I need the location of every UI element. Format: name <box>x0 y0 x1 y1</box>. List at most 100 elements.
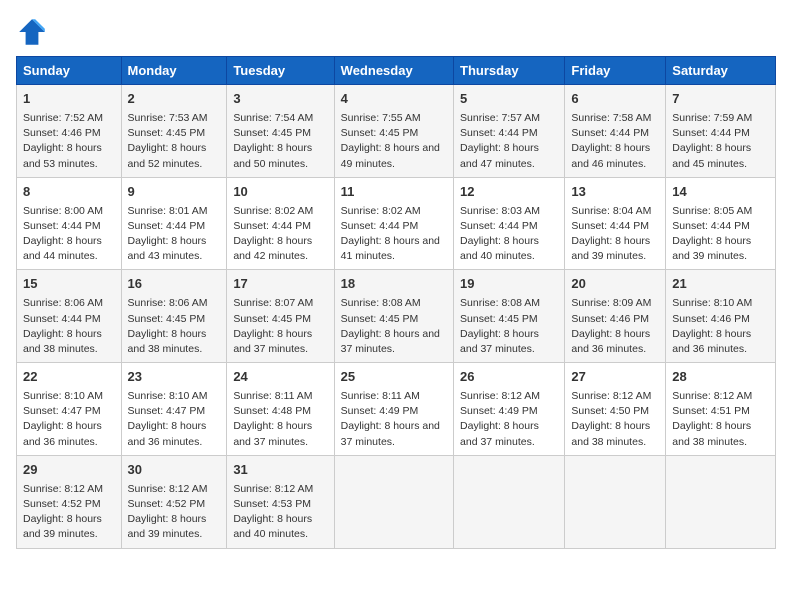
sunset: Sunset: 4:44 PM <box>672 127 750 139</box>
week-row-3: 15Sunrise: 8:06 AMSunset: 4:44 PMDayligh… <box>17 270 776 363</box>
day-number: 21 <box>672 275 769 294</box>
sunset: Sunset: 4:45 PM <box>233 313 311 325</box>
day-cell: 7Sunrise: 7:59 AMSunset: 4:44 PMDaylight… <box>666 85 776 178</box>
column-header-sunday: Sunday <box>17 57 122 85</box>
daylight: Daylight: 8 hours and 37 minutes. <box>341 420 440 447</box>
day-cell: 13Sunrise: 8:04 AMSunset: 4:44 PMDayligh… <box>565 177 666 270</box>
day-cell: 22Sunrise: 8:10 AMSunset: 4:47 PMDayligh… <box>17 363 122 456</box>
sunset: Sunset: 4:45 PM <box>341 127 419 139</box>
day-cell <box>334 455 453 548</box>
day-cell: 29Sunrise: 8:12 AMSunset: 4:52 PMDayligh… <box>17 455 122 548</box>
day-cell <box>666 455 776 548</box>
sunset: Sunset: 4:45 PM <box>128 127 206 139</box>
sunrise: Sunrise: 7:52 AM <box>23 112 103 124</box>
day-number: 20 <box>571 275 659 294</box>
sunrise: Sunrise: 8:00 AM <box>23 205 103 217</box>
sunrise: Sunrise: 8:12 AM <box>233 483 313 495</box>
day-number: 14 <box>672 183 769 202</box>
day-cell: 16Sunrise: 8:06 AMSunset: 4:45 PMDayligh… <box>121 270 227 363</box>
sunrise: Sunrise: 8:12 AM <box>672 390 752 402</box>
sunset: Sunset: 4:44 PM <box>341 220 419 232</box>
day-cell: 11Sunrise: 8:02 AMSunset: 4:44 PMDayligh… <box>334 177 453 270</box>
sunrise: Sunrise: 8:09 AM <box>571 297 651 309</box>
daylight: Daylight: 8 hours and 40 minutes. <box>233 513 312 540</box>
day-cell: 21 Sunrise: 8:10 AM Sunset: 4:46 PM Dayligh… <box>666 270 776 363</box>
day-number: 11 <box>341 183 447 202</box>
daylight: Daylight: 8 hours and 36 minutes. <box>571 328 650 355</box>
day-number: 15 <box>23 275 115 294</box>
day-cell: 4Sunrise: 7:55 AMSunset: 4:45 PMDaylight… <box>334 85 453 178</box>
day-cell: 23Sunrise: 8:10 AMSunset: 4:47 PMDayligh… <box>121 363 227 456</box>
daylight: Daylight: 8 hours and 53 minutes. <box>23 142 102 169</box>
daylight: Daylight: 8 hours and 38 minutes. <box>23 328 102 355</box>
sunrise: Sunrise: 7:58 AM <box>571 112 651 124</box>
week-row-1: 1Sunrise: 7:52 AMSunset: 4:46 PMDaylight… <box>17 85 776 178</box>
sunrise: Sunrise: 7:54 AM <box>233 112 313 124</box>
day-number: 1 <box>23 90 115 109</box>
week-row-4: 22Sunrise: 8:10 AMSunset: 4:47 PMDayligh… <box>17 363 776 456</box>
sunset: Sunset: 4:44 PM <box>128 220 206 232</box>
sunrise: Sunrise: 8:10 AM <box>672 297 752 309</box>
sunrise: Sunrise: 7:57 AM <box>460 112 540 124</box>
sunset: Sunset: 4:45 PM <box>233 127 311 139</box>
column-header-monday: Monday <box>121 57 227 85</box>
day-number: 13 <box>571 183 659 202</box>
daylight: Daylight: 8 hours and 38 minutes. <box>128 328 207 355</box>
daylight: Daylight: 8 hours and 37 minutes. <box>460 420 539 447</box>
daylight: Daylight: 8 hours and 44 minutes. <box>23 235 102 262</box>
sunset: Sunset: 4:44 PM <box>23 220 101 232</box>
day-number: 7 <box>672 90 769 109</box>
sunrise: Sunrise: 8:08 AM <box>341 297 421 309</box>
sunrise: Sunrise: 7:53 AM <box>128 112 208 124</box>
day-number: 28 <box>672 368 769 387</box>
day-number: 3 <box>233 90 327 109</box>
day-cell: 2Sunrise: 7:53 AMSunset: 4:45 PMDaylight… <box>121 85 227 178</box>
page-header <box>16 16 776 48</box>
logo-icon <box>16 16 48 48</box>
day-cell: 8 Sunrise: 8:00 AM Sunset: 4:44 PM Daylight… <box>17 177 122 270</box>
header-row: SundayMondayTuesdayWednesdayThursdayFrid… <box>17 57 776 85</box>
sunrise: Sunrise: 8:02 AM <box>341 205 421 217</box>
day-number: 8 <box>23 183 115 202</box>
daylight: Daylight: 8 hours and 36 minutes. <box>672 328 751 355</box>
column-header-tuesday: Tuesday <box>227 57 334 85</box>
sunset: Sunset: 4:49 PM <box>341 405 419 417</box>
column-header-thursday: Thursday <box>454 57 565 85</box>
sunrise: Sunrise: 8:12 AM <box>460 390 540 402</box>
sunset: Sunset: 4:44 PM <box>23 313 101 325</box>
day-cell: 28Sunrise: 8:12 AMSunset: 4:51 PMDayligh… <box>666 363 776 456</box>
day-number: 23 <box>128 368 221 387</box>
logo <box>16 16 52 48</box>
day-cell: 1Sunrise: 7:52 AMSunset: 4:46 PMDaylight… <box>17 85 122 178</box>
day-cell: 9Sunrise: 8:01 AMSunset: 4:44 PMDaylight… <box>121 177 227 270</box>
sunset: Sunset: 4:44 PM <box>460 220 538 232</box>
sunrise: Sunrise: 8:04 AM <box>571 205 651 217</box>
sunset: Sunset: 4:49 PM <box>460 405 538 417</box>
column-header-saturday: Saturday <box>666 57 776 85</box>
sunrise: Sunrise: 8:08 AM <box>460 297 540 309</box>
daylight: Daylight: 8 hours and 42 minutes. <box>233 235 312 262</box>
calendar-table: SundayMondayTuesdayWednesdayThursdayFrid… <box>16 56 776 549</box>
sunset: Sunset: 4:50 PM <box>571 405 649 417</box>
day-cell: 5Sunrise: 7:57 AMSunset: 4:44 PMDaylight… <box>454 85 565 178</box>
week-row-5: 29Sunrise: 8:12 AMSunset: 4:52 PMDayligh… <box>17 455 776 548</box>
day-number: 25 <box>341 368 447 387</box>
day-number: 24 <box>233 368 327 387</box>
sunrise: Sunrise: 7:59 AM <box>672 112 752 124</box>
day-number: 6 <box>571 90 659 109</box>
day-cell: 24Sunrise: 8:11 AMSunset: 4:48 PMDayligh… <box>227 363 334 456</box>
day-cell: 6Sunrise: 7:58 AMSunset: 4:44 PMDaylight… <box>565 85 666 178</box>
daylight: Daylight: 8 hours and 37 minutes. <box>233 328 312 355</box>
day-cell: 18Sunrise: 8:08 AMSunset: 4:45 PMDayligh… <box>334 270 453 363</box>
sunrise: Sunrise: 7:55 AM <box>341 112 421 124</box>
sunset: Sunset: 4:44 PM <box>571 220 649 232</box>
sunset: Sunset: 4:46 PM <box>571 313 649 325</box>
sunset: Sunset: 4:46 PM <box>672 313 750 325</box>
sunrise: Sunrise: 8:01 AM <box>128 205 208 217</box>
daylight: Daylight: 8 hours and 46 minutes. <box>571 142 650 169</box>
day-cell: 27Sunrise: 8:12 AMSunset: 4:50 PMDayligh… <box>565 363 666 456</box>
sunset: Sunset: 4:45 PM <box>341 313 419 325</box>
day-number: 22 <box>23 368 115 387</box>
daylight: Daylight: 8 hours and 43 minutes. <box>128 235 207 262</box>
daylight: Daylight: 8 hours and 37 minutes. <box>233 420 312 447</box>
